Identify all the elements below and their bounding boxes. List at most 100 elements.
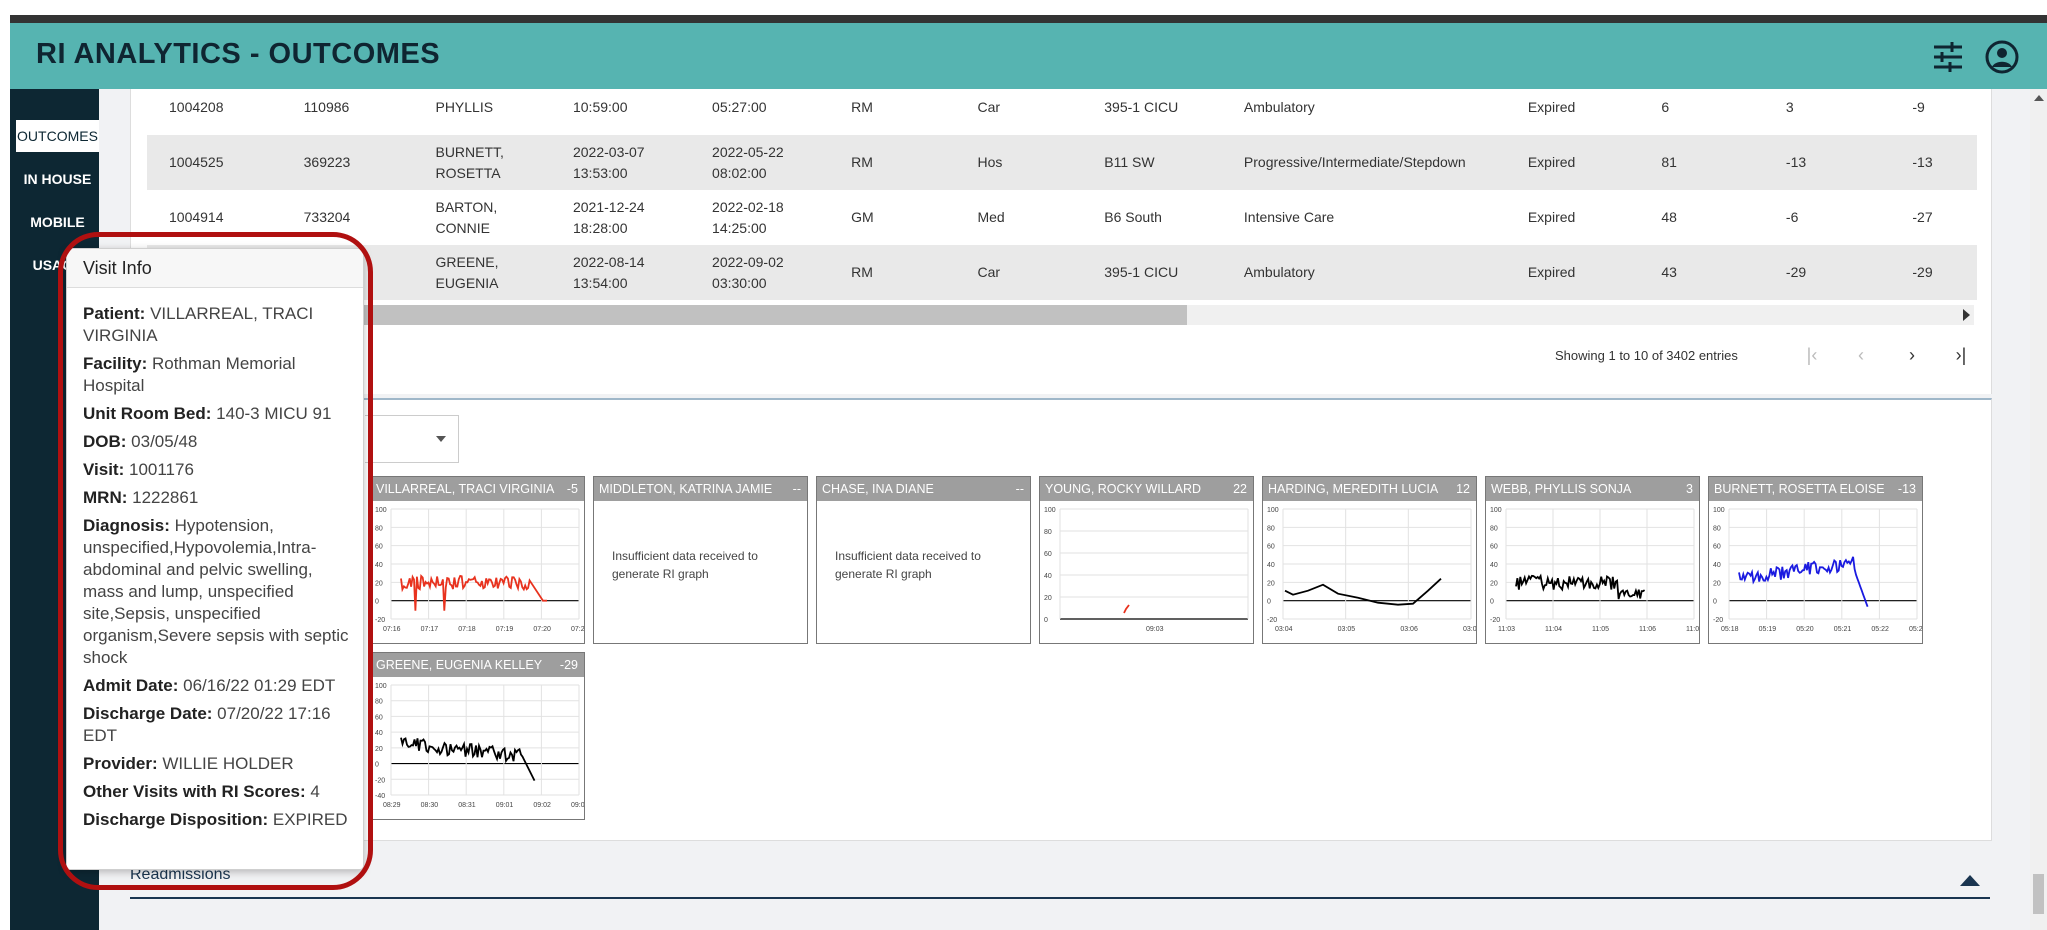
y-tick-label: 40 [375,730,383,737]
y-tick-label: 40 [1713,562,1721,569]
table-cell-id: 1004525 [169,154,224,170]
ri-graph-tile[interactable]: GREENE, EUGENIA KELLEY -29 100 80 60 40 20 0 -20… [370,652,585,820]
y-tick-label: -20 [375,777,385,784]
table-cell-disposition: Expired [1527,99,1576,115]
y-tick-label: -20 [1713,617,1723,624]
next-page-button[interactable]: › [1897,340,1927,370]
chevron-down-icon [436,436,446,442]
first-page-button[interactable]: |‹ [1797,340,1827,370]
table-row[interactable]: 1004525 369223 BURNETT, ROSETTA 2022-03-07 13… [147,135,1977,190]
table-cell-admit: 2022-03-07 13:53:00 [572,143,645,181]
y-tick-label: -40 [375,793,385,800]
ri-graph-tile[interactable]: WEBB, PHYLLIS SONJA 3 100 80 60 40 20 0 -20 11:03… [1485,476,1700,644]
ri-graph-tile[interactable]: MIDDLETON, KATRINA JAMIE -- Insufficient d… [593,476,808,644]
tile-patient-name: MIDDLETON, KATRINA JAMIE [599,482,773,496]
x-tick-label: 08:31 [458,802,476,809]
last-page-button[interactable]: ›| [1946,340,1976,370]
no-data-message: Insufficient data received to generate R… [835,549,981,581]
ri-series-line [400,574,547,611]
tile-patient-name: GREENE, EUGENIA KELLEY [376,658,543,672]
tile-ri-score: -5 [566,482,578,496]
ri-line-chart: 100 80 60 40 20 0 -20 -40 08:29 08:30 08:31 09:01 09… [375,683,584,809]
y-tick-label: 20 [1044,595,1052,602]
x-tick-label: 07:18 [458,626,476,633]
table-row[interactable]: 1004208 110986 PHYLLIS 10:59:00 05:27:00 RM Ca… [147,80,1977,135]
table-cell-facility: RM [851,264,873,280]
y-tick-label: 60 [375,714,383,721]
y-tick-label: 20 [1267,580,1275,587]
x-tick-label: 11:06 [1639,626,1656,633]
x-tick-label: 09:03 [1146,626,1164,633]
table-cell-unit: B6 South [1104,209,1162,225]
tile-header: BURNETT, ROSETTA ELOISE -13 [1709,477,1922,501]
x-tick-label: 05:19 [1759,626,1777,633]
x-tick-label: 07:2 [571,626,584,633]
filter-select[interactable] [365,415,459,463]
tile-header: CHASE, INA DIANE -- [817,477,1030,501]
tile-ri-score: -29 [559,658,578,672]
ri-graph-tile[interactable]: YOUNG, ROCKY WILLARD 22 100 80 60 40 20 0 09:03 [1039,476,1254,644]
x-tick-label: 05:21 [1834,626,1852,633]
y-tick-label: 0 [375,762,379,769]
table-cell-discharge: 2022-09-02 03:30:00 [712,253,784,291]
x-tick-label: 03:04 [1275,626,1293,633]
x-tick-label: 11:03 [1498,626,1515,633]
table-cell-c2: -6 [1785,209,1799,225]
tile-ri-score: -13 [1897,482,1916,496]
scroll-up-arrow-icon[interactable] [2034,95,2044,101]
ri-graph-tile[interactable]: HARDING, MEREDITH LUCIA 12 100 80 60 40 20 0 -20… [1262,476,1477,644]
scrollbar-thumb[interactable] [2033,874,2044,914]
user-icon[interactable] [1982,37,2022,77]
scrollbar-thumb[interactable] [364,305,1187,325]
table-cell-c1: 81 [1661,154,1677,170]
table-cell-facility: RM [851,154,873,170]
y-tick-label: 100 [1490,507,1502,514]
sidebar-item-outcomes[interactable]: OUTCOMES [16,120,99,152]
ri-series-line [1515,573,1646,600]
no-data-message: Insufficient data received to generate R… [612,549,758,581]
table-cell-c2: -13 [1785,154,1807,170]
table-cell-disposition: Expired [1527,264,1576,280]
tile-header: VILLARREAL, TRACI VIRGINIA -5 [371,477,584,501]
pagination-info: Showing 1 to 10 of 3402 entries [1555,348,1738,363]
y-tick-label: 60 [1713,544,1721,551]
table-cell-unit: 395-1 CICU [1104,264,1179,280]
ri-graph-tile[interactable]: VILLARREAL, TRACI VIRGINIA -5 100 80 60 40 20 0… [370,476,585,644]
readmissions-divider [130,897,1990,899]
table-horizontal-scrollbar[interactable] [364,305,1974,325]
sidebar-item-in-house[interactable]: IN HOUSE [16,163,99,195]
prev-page-button[interactable]: ‹ [1846,340,1876,370]
y-tick-label: 0 [1044,617,1048,624]
tile-patient-name: VILLARREAL, TRACI VIRGINIA [376,482,555,496]
ri-line-chart: 100 80 60 40 20 0 -20 05:18 05:19 05:20 05:21 05:22… [1713,507,1922,633]
sliders-icon[interactable] [1928,37,1968,77]
y-tick-label: 20 [375,580,383,587]
x-tick-label: 09:01 [496,802,514,809]
table-row[interactable]: 1004914 733204 BARTON, CONNIE 2021-12-24 18:2… [147,190,1977,245]
table-cell-facility: GM [851,209,874,225]
table-cell-unit: B11 SW [1104,154,1155,170]
x-tick-label: 03:05 [1338,626,1356,633]
table-cell-name: BARTON, CONNIE [435,198,498,236]
table-row[interactable]: GREENE, EUGENIA 2022-08-14 13:54:00 2022-09-… [147,245,1977,300]
table-cell-disposition: Expired [1527,209,1576,225]
y-tick-label: 40 [1490,562,1498,569]
x-tick-label: 05:23 [1909,626,1922,633]
scroll-right-arrow-icon[interactable] [1963,309,1970,321]
table-cell-level: Ambulatory [1243,264,1315,280]
collapse-caret-icon[interactable] [1960,875,1980,886]
y-tick-label: 100 [1713,507,1725,514]
x-tick-label: 03:06 [1400,626,1418,633]
y-tick-label: 80 [375,525,383,532]
x-tick-label: 11:05 [1592,626,1609,633]
ri-graph-tile[interactable]: CHASE, INA DIANE -- Insufficient data rece… [816,476,1031,644]
y-tick-label: 40 [1267,562,1275,569]
page-vertical-scrollbar[interactable] [2030,89,2047,930]
ri-line-chart: 100 80 60 40 20 0 09:03 [1044,507,1249,633]
table-cell-discharge: 05:27:00 [712,99,767,115]
table-cell-c1: 48 [1661,209,1677,225]
ri-graph-tile[interactable]: BURNETT, ROSETTA ELOISE -13 100 80 60 40 20 0 -2… [1708,476,1923,644]
table-cell-service: Car [977,99,1001,115]
y-tick-label: 80 [1044,529,1052,536]
x-tick-label: 07:20 [533,626,551,633]
